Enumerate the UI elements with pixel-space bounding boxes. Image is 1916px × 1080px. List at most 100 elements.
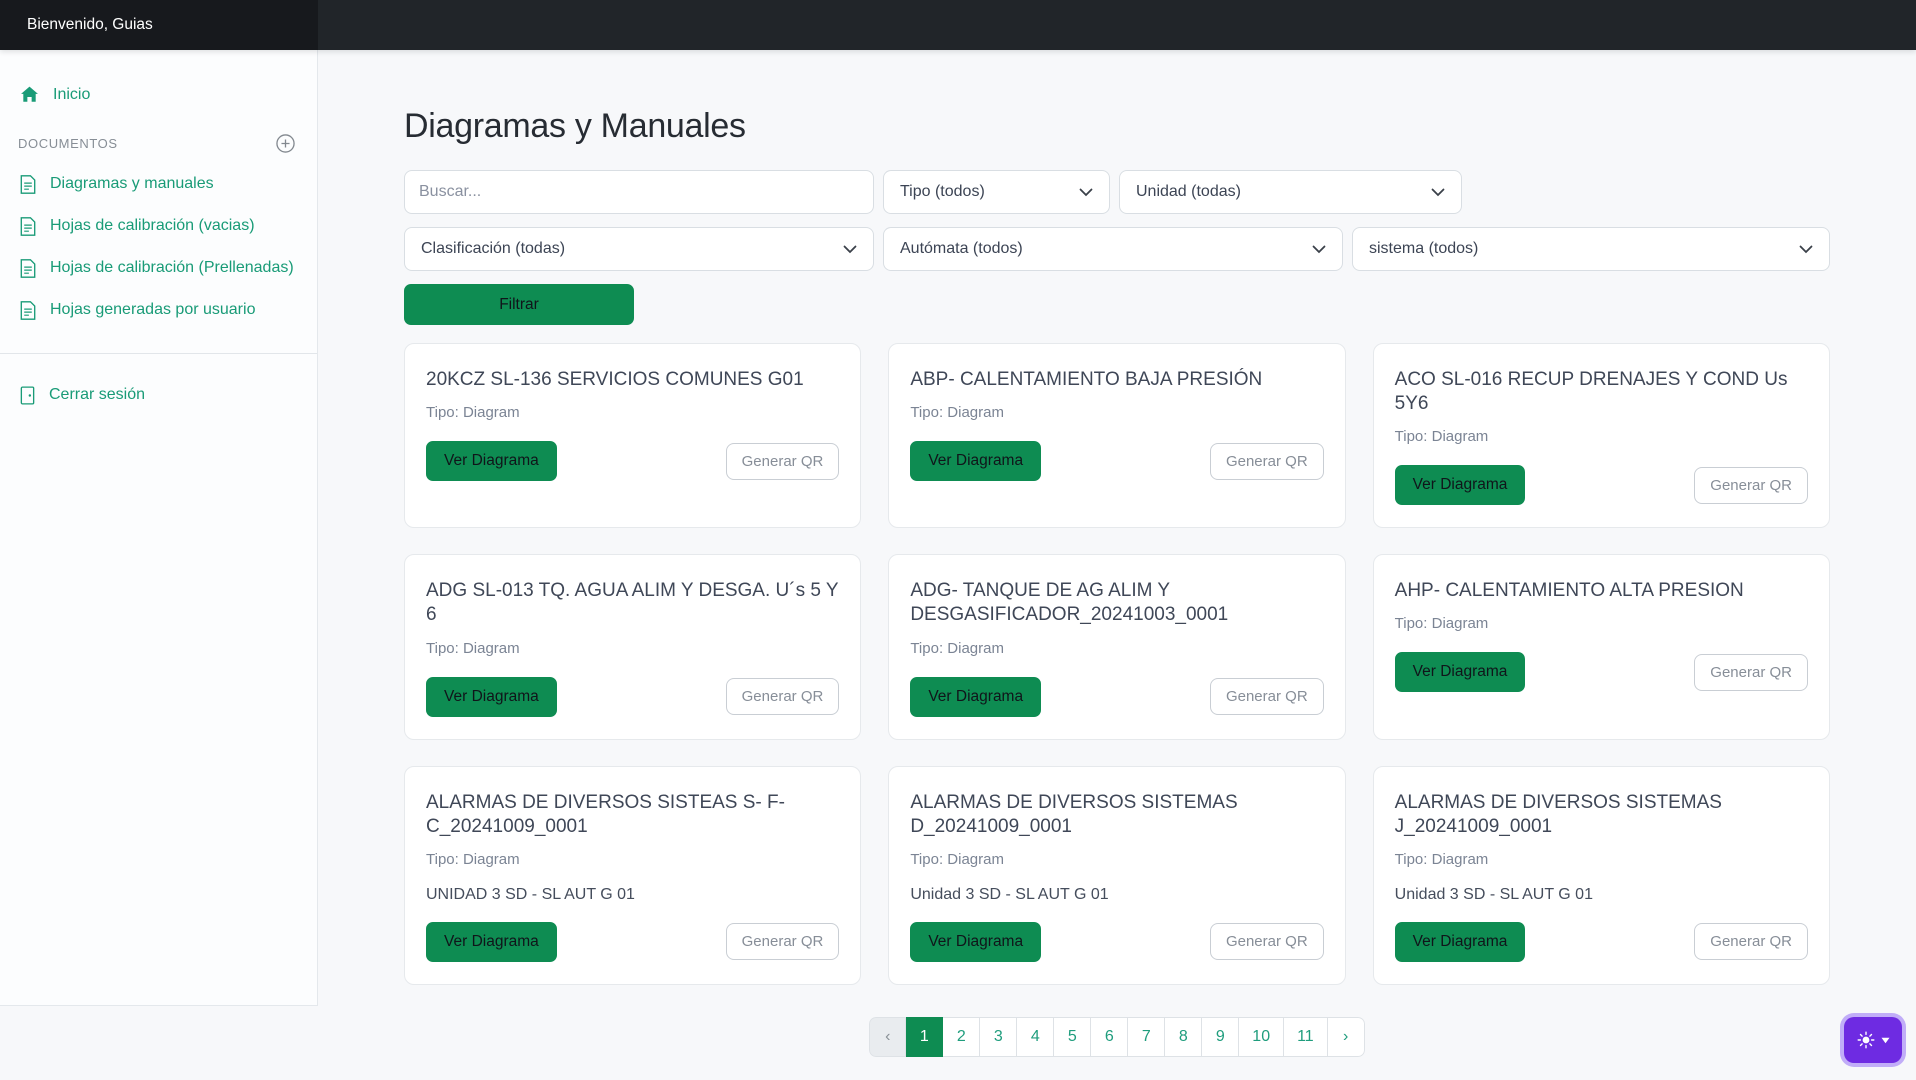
sidebar-item-inicio[interactable]: Inicio [0, 74, 317, 116]
card-actions: Ver Diagrama Generar QR [910, 922, 1323, 962]
card-actions: Ver Diagrama Generar QR [910, 677, 1323, 717]
diagram-card: 20KCZ SL-136 SERVICIOS COMUNES G01 Tipo:… [404, 343, 861, 528]
pagination-page-3[interactable]: 3 [980, 1017, 1017, 1057]
card-tipo: Tipo: Diagram [426, 404, 839, 421]
card-actions: Ver Diagrama Generar QR [1395, 922, 1808, 962]
sidebar-item-label: Inicio [53, 86, 90, 104]
topbar: Bienvenido, Guias [0, 0, 1916, 50]
document-icon [20, 301, 36, 320]
clasificacion-select[interactable]: Clasificación (todas) [404, 227, 874, 271]
card-title: ACO SL-016 RECUP DRENAJES Y COND Us 5Y6 [1395, 368, 1808, 416]
search-input[interactable] [404, 170, 874, 214]
pagination-page-9[interactable]: 9 [1202, 1017, 1239, 1057]
generar-qr-button[interactable]: Generar QR [726, 923, 840, 960]
automata-select[interactable]: Autómata (todos) [883, 227, 1343, 271]
theme-toggle-button[interactable] [1844, 1017, 1902, 1063]
sidebar-item-label: Hojas generadas por usuario [50, 301, 255, 319]
chevron-down-icon [1312, 245, 1326, 254]
sistema-select-value: sistema (todos) [1369, 240, 1478, 258]
card-title: ADG SL-013 TQ. AGUA ALIM Y DESGA. U´s 5 … [426, 579, 839, 627]
ver-diagrama-button[interactable]: Ver Diagrama [910, 677, 1041, 717]
logout-icon [20, 386, 35, 405]
sidebar-item-label: Cerrar sesión [49, 386, 145, 404]
filtrar-button[interactable]: Filtrar [404, 284, 634, 325]
chevron-down-icon [1799, 245, 1813, 254]
pagination-page-8[interactable]: 8 [1165, 1017, 1202, 1057]
pagination-page-6[interactable]: 6 [1091, 1017, 1128, 1057]
card-title: ALARMAS DE DIVERSOS SISTEAS S- F-C_20241… [426, 791, 839, 839]
card-actions: Ver Diagrama Generar QR [910, 441, 1323, 481]
sidebar-item-hojas-calibracion-prellenadas[interactable]: Hojas de calibración (Prellenadas) [0, 247, 317, 289]
card-tipo: Tipo: Diagram [910, 404, 1323, 421]
card-unidad: Unidad 3 SD - SL AUT G 01 [1395, 886, 1808, 904]
pagination-next[interactable]: › [1328, 1017, 1365, 1057]
sidebar-item-cerrar-sesion[interactable]: Cerrar sesión [0, 374, 317, 416]
unidad-select-value: Unidad (todas) [1136, 183, 1241, 201]
card-tipo: Tipo: Diagram [910, 851, 1323, 868]
section-label: DOCUMENTOS [18, 136, 118, 151]
generar-qr-button[interactable]: Generar QR [1694, 467, 1808, 504]
pagination-page-4[interactable]: 4 [1017, 1017, 1054, 1057]
tipo-select[interactable]: Tipo (todos) [883, 170, 1110, 214]
generar-qr-button[interactable]: Generar QR [1210, 443, 1324, 480]
automata-select-value: Autómata (todos) [900, 240, 1023, 258]
pagination-page-7[interactable]: 7 [1128, 1017, 1165, 1057]
home-icon [20, 86, 39, 104]
generar-qr-button[interactable]: Generar QR [1694, 654, 1808, 691]
unidad-select[interactable]: Unidad (todas) [1119, 170, 1462, 214]
document-icon [20, 217, 36, 236]
sidebar-item-diagramas-y-manuales[interactable]: Diagramas y manuales [0, 163, 317, 205]
card-tipo: Tipo: Diagram [910, 640, 1323, 657]
card-actions: Ver Diagrama Generar QR [426, 441, 839, 481]
card-tipo: Tipo: Diagram [426, 640, 839, 657]
card-tipo: Tipo: Diagram [426, 851, 839, 868]
ver-diagrama-button[interactable]: Ver Diagrama [426, 677, 557, 717]
sidebar-item-label: Hojas de calibración (Prellenadas) [50, 259, 294, 277]
generar-qr-button[interactable]: Generar QR [1694, 923, 1808, 960]
card-unidad: Unidad 3 SD - SL AUT G 01 [910, 886, 1323, 904]
document-icon [20, 175, 36, 194]
diagram-card: ABP- CALENTAMIENTO BAJA PRESIÓN Tipo: Di… [888, 343, 1345, 528]
ver-diagrama-button[interactable]: Ver Diagrama [1395, 922, 1526, 962]
card-actions: Ver Diagrama Generar QR [1395, 652, 1808, 692]
filter-row-1: Tipo (todos) Unidad (todas) [404, 170, 1830, 214]
card-title: AHP- CALENTAMIENTO ALTA PRESION [1395, 579, 1808, 603]
diagram-card: ALARMAS DE DIVERSOS SISTEMAS D_20241009_… [888, 766, 1345, 985]
diagram-card: ACO SL-016 RECUP DRENAJES Y COND Us 5Y6 … [1373, 343, 1830, 528]
pagination-page-11[interactable]: 11 [1284, 1017, 1328, 1057]
sistema-select[interactable]: sistema (todos) [1352, 227, 1830, 271]
pagination-prev[interactable]: ‹ [869, 1017, 906, 1057]
chevron-down-icon [1079, 188, 1093, 197]
cards-grid: 20KCZ SL-136 SERVICIOS COMUNES G01 Tipo:… [404, 343, 1830, 985]
plus-circle-icon[interactable] [276, 134, 295, 153]
card-unidad: UNIDAD 3 SD - SL AUT G 01 [426, 886, 839, 904]
ver-diagrama-button[interactable]: Ver Diagrama [1395, 652, 1526, 692]
generar-qr-button[interactable]: Generar QR [726, 678, 840, 715]
card-actions: Ver Diagrama Generar QR [1395, 465, 1808, 505]
card-tipo: Tipo: Diagram [1395, 615, 1808, 632]
pagination-page-1[interactable]: 1 [906, 1017, 943, 1057]
card-title: ALARMAS DE DIVERSOS SISTEMAS D_20241009_… [910, 791, 1323, 839]
sidebar-item-label: Hojas de calibración (vacias) [50, 217, 255, 235]
card-actions: Ver Diagrama Generar QR [426, 677, 839, 717]
generar-qr-button[interactable]: Generar QR [1210, 923, 1324, 960]
ver-diagrama-button[interactable]: Ver Diagrama [1395, 465, 1526, 505]
ver-diagrama-button[interactable]: Ver Diagrama [426, 922, 557, 962]
ver-diagrama-button[interactable]: Ver Diagrama [910, 441, 1041, 481]
generar-qr-button[interactable]: Generar QR [1210, 678, 1324, 715]
pagination-page-10[interactable]: 10 [1239, 1017, 1284, 1057]
pagination-page-5[interactable]: 5 [1054, 1017, 1091, 1057]
ver-diagrama-button[interactable]: Ver Diagrama [426, 441, 557, 481]
diagram-card: ALARMAS DE DIVERSOS SISTEAS S- F-C_20241… [404, 766, 861, 985]
pagination-page-2[interactable]: 2 [943, 1017, 980, 1057]
card-tipo: Tipo: Diagram [1395, 428, 1808, 445]
welcome-text: Bienvenido, Guias [27, 16, 153, 34]
welcome-banner: Bienvenido, Guias [0, 0, 318, 50]
sidebar-item-hojas-generadas-por-usuario[interactable]: Hojas generadas por usuario [0, 289, 317, 331]
ver-diagrama-button[interactable]: Ver Diagrama [910, 922, 1041, 962]
card-tipo: Tipo: Diagram [1395, 851, 1808, 868]
sidebar-item-hojas-calibracion-vacias[interactable]: Hojas de calibración (vacias) [0, 205, 317, 247]
generar-qr-button[interactable]: Generar QR [726, 443, 840, 480]
chevron-down-icon [1431, 188, 1445, 197]
sidebar-section-documentos: DOCUMENTOS [0, 116, 317, 163]
